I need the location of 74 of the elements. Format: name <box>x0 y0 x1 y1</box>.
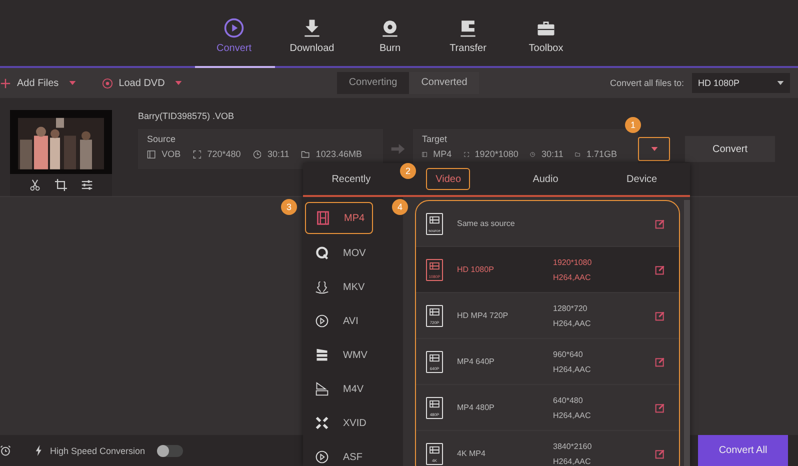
format-tab[interactable]: Device <box>594 163 690 195</box>
source-duration: 30:11 <box>267 149 290 159</box>
target-resolution: 1920*1080 <box>474 149 518 159</box>
x-icon <box>315 416 329 430</box>
convert-all-button[interactable]: Convert All <box>698 435 788 466</box>
nav-tab[interactable]: Burn <box>351 0 429 66</box>
nav-tab[interactable]: Transfer <box>429 0 507 66</box>
output-format-dropdown[interactable]: HD 1080P <box>692 73 790 93</box>
convert-button[interactable]: Convert <box>685 136 775 162</box>
caret-icon <box>174 81 182 85</box>
play-icon <box>315 314 329 328</box>
format-category[interactable]: MP4 <box>305 202 373 234</box>
film-icon <box>316 211 330 225</box>
edit-icon[interactable] <box>655 448 665 458</box>
source-format: VOB <box>162 149 181 159</box>
video-file-icon <box>315 382 329 396</box>
disc-icon <box>102 78 113 88</box>
source-resolution: 720*480 <box>207 149 241 159</box>
edit-icon[interactable] <box>655 402 665 412</box>
film-icon <box>147 150 156 158</box>
format-category[interactable]: AVI <box>305 306 373 336</box>
clock-icon <box>252 150 262 158</box>
nav-tab[interactable]: Toolbox <box>507 0 585 66</box>
nav-tab[interactable]: Convert <box>195 0 273 66</box>
edit-icon[interactable] <box>655 264 665 274</box>
folder-icon <box>301 150 310 158</box>
clapperboard-icon <box>315 348 329 362</box>
braces-icon <box>315 280 329 294</box>
caret-icon <box>68 81 76 85</box>
high-speed-label: High Speed Conversion <box>50 446 146 456</box>
film-icon <box>422 150 428 158</box>
folder-icon <box>575 150 580 158</box>
lightning-icon <box>35 445 43 456</box>
convert-all-label: Convert all files to: <box>610 78 684 88</box>
source-size: 1023.46MB <box>316 149 362 159</box>
view-tab[interactable]: Converting <box>336 72 410 94</box>
edit-icon[interactable] <box>655 356 665 366</box>
caret-icon <box>777 81 784 85</box>
view-tab[interactable]: Converted <box>409 72 480 94</box>
convert-icon <box>223 16 245 38</box>
format-dropdown-button[interactable] <box>638 137 670 161</box>
high-speed-toggle[interactable] <box>157 444 184 456</box>
add-files-button[interactable]: Add Files <box>0 78 76 88</box>
format-category[interactable]: ASF <box>305 442 373 466</box>
source-label: Source <box>147 134 177 144</box>
edit-icon[interactable] <box>655 310 665 320</box>
format-tab[interactable]: Recently <box>303 163 400 195</box>
target-duration: 30:11 <box>541 149 564 159</box>
format-category[interactable]: WMV <box>305 340 373 370</box>
arrow-icon <box>391 144 405 154</box>
plus-icon <box>0 78 11 88</box>
target-label: Target <box>422 134 448 144</box>
adjust-icon[interactable] <box>81 179 93 192</box>
format-category[interactable]: XVID <box>305 408 373 438</box>
edit-icon[interactable] <box>655 218 665 228</box>
format-category[interactable]: MKV <box>305 272 373 302</box>
format-tab[interactable]: Audio <box>497 163 594 195</box>
clock-icon <box>530 150 536 158</box>
format-tab[interactable]: Video <box>426 168 470 190</box>
scissors-icon[interactable] <box>29 179 41 192</box>
crop-icon[interactable] <box>55 179 67 192</box>
resolution-icon <box>464 150 469 158</box>
resolution-icon <box>192 150 202 158</box>
load-dvd-button[interactable]: Load DVD <box>102 78 182 88</box>
format-category[interactable]: M4V <box>305 374 373 404</box>
file-name: Barry(TID398575) .VOB <box>138 111 236 121</box>
play-icon <box>315 450 329 464</box>
q-icon <box>315 246 329 260</box>
target-size: 1.71GB <box>586 149 618 159</box>
format-category[interactable]: MOV <box>305 238 373 268</box>
alarm-clock-icon[interactable] <box>0 445 11 456</box>
nav-tab[interactable]: Download <box>273 0 351 66</box>
caret-icon <box>650 147 658 151</box>
target-format: MP4 <box>433 149 452 159</box>
